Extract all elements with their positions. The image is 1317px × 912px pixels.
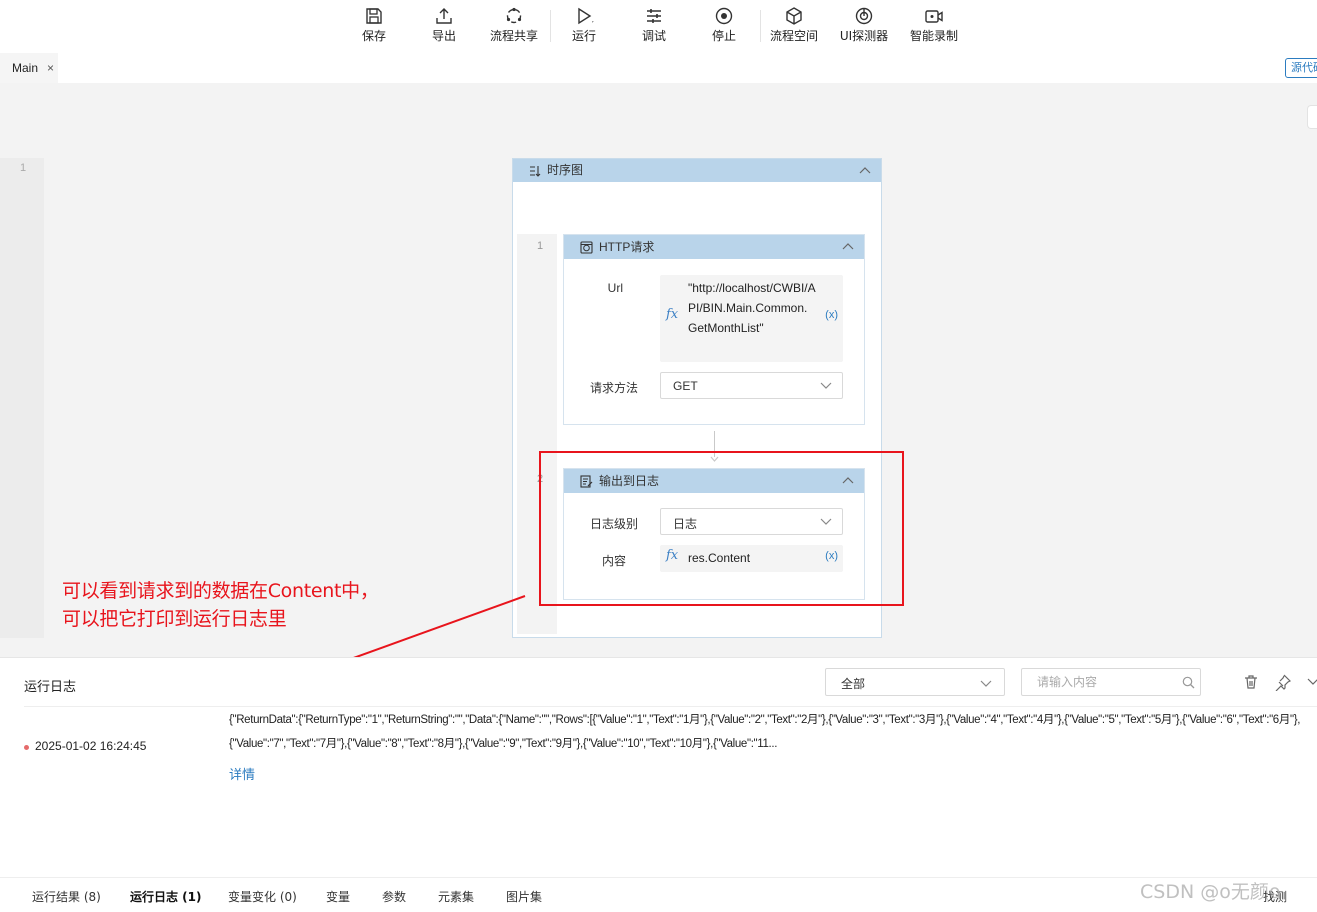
export-button[interactable]: 导出 bbox=[412, 4, 476, 48]
run-label: 运行 bbox=[571, 29, 596, 43]
http-request-header[interactable]: HTTP请求 bbox=[564, 235, 864, 259]
search-icon[interactable] bbox=[1182, 676, 1195, 689]
toolbar: 保存 导出 流程共享 运行 调试 停止 流程空间 UI探测器 智能录制 bbox=[0, 0, 1317, 50]
save-label: 保存 bbox=[361, 29, 386, 43]
bottom-tab-bar: 运行结果 (8) 运行日志 (1) 变量变化 (0) 变量 参数 元素集 图片集… bbox=[0, 877, 1317, 912]
fx-icon: fx bbox=[666, 307, 679, 322]
line-number: 1 bbox=[20, 162, 27, 174]
chevron-down-icon bbox=[820, 382, 832, 389]
ui-probe-button[interactable]: UI探测器 bbox=[832, 4, 896, 48]
trash-icon[interactable] bbox=[1243, 674, 1259, 690]
tab-bar: Main × 源代码 bbox=[0, 50, 1317, 83]
log-search-input[interactable] bbox=[1021, 668, 1201, 696]
share-button[interactable]: 流程共享 bbox=[482, 4, 546, 48]
log-level-dot bbox=[24, 745, 29, 750]
toolbar-divider bbox=[760, 10, 761, 42]
collapse-icon[interactable] bbox=[859, 166, 871, 174]
tab-parameters[interactable]: 参数 bbox=[382, 888, 406, 905]
highlight-box bbox=[539, 451, 904, 606]
video-record-icon bbox=[925, 10, 943, 23]
log-message: {"ReturnData":{"ReturnType":"1","ReturnS… bbox=[229, 714, 1301, 750]
share-icon bbox=[506, 7, 522, 24]
run-log-panel: 运行日志 全部 2025-01-02 16:24:45 {"ReturnData… bbox=[0, 657, 1317, 877]
save-icon bbox=[366, 8, 382, 24]
divider bbox=[24, 706, 1317, 707]
log-filter-select[interactable]: 全部 bbox=[825, 668, 1005, 696]
sequence-header[interactable]: 时序图 bbox=[513, 159, 881, 182]
url-value: "http://localhost/CWBI/API/BIN.Main.Comm… bbox=[688, 281, 816, 335]
chevron-down-icon bbox=[980, 680, 992, 687]
share-label: 流程共享 bbox=[489, 29, 538, 43]
tab-run-results[interactable]: 运行结果 (8) bbox=[32, 888, 101, 905]
source-code-button[interactable]: 源代码 bbox=[1285, 58, 1317, 78]
http-icon bbox=[580, 241, 593, 254]
tab-images[interactable]: 图片集 bbox=[506, 888, 542, 905]
smart-record-button[interactable]: 智能录制 bbox=[902, 4, 966, 48]
toolbar-divider bbox=[550, 10, 551, 42]
tab-elements[interactable]: 元素集 bbox=[438, 888, 474, 905]
run-button[interactable]: 运行 bbox=[552, 4, 616, 48]
pin-icon[interactable] bbox=[1274, 674, 1291, 691]
watermark: CSDN @o无颜o bbox=[1140, 881, 1281, 903]
probe-icon bbox=[855, 7, 873, 25]
tab-run-log[interactable]: 运行日志 (1) bbox=[130, 888, 202, 905]
sequence-icon bbox=[530, 166, 541, 177]
log-filter-value: 全部 bbox=[841, 677, 866, 691]
side-panel-toggle[interactable] bbox=[1307, 105, 1317, 129]
tab-variables[interactable]: 变量 bbox=[326, 888, 350, 905]
collapse-icon[interactable] bbox=[842, 242, 854, 250]
process-space-label: 流程空间 bbox=[769, 29, 818, 43]
smart-record-label: 智能录制 bbox=[909, 29, 958, 43]
tab-main-label: Main bbox=[12, 61, 39, 75]
play-icon bbox=[578, 7, 594, 25]
http-request-title: HTTP请求 bbox=[599, 240, 655, 254]
close-icon[interactable]: × bbox=[47, 53, 54, 83]
upload-icon bbox=[436, 8, 452, 24]
method-value: GET bbox=[673, 379, 698, 393]
detail-link[interactable]: 详情 bbox=[229, 764, 255, 783]
cube-icon bbox=[786, 7, 802, 25]
chevron-down-icon[interactable] bbox=[1307, 678, 1317, 686]
export-label: 导出 bbox=[431, 29, 456, 43]
run-log-title: 运行日志 bbox=[24, 680, 77, 695]
url-field[interactable]: fx "http://localhost/CWBI/API/BIN.Main.C… bbox=[660, 275, 843, 362]
method-label: 请求方法 bbox=[589, 381, 638, 395]
stop-label: 停止 bbox=[711, 29, 736, 43]
step-number: 1 bbox=[537, 240, 544, 252]
stop-button[interactable]: 停止 bbox=[692, 4, 756, 48]
method-select[interactable]: GET bbox=[660, 372, 843, 399]
sequence-title: 时序图 bbox=[547, 163, 584, 177]
debug-label: 调试 bbox=[641, 29, 666, 43]
process-space-button[interactable]: 流程空间 bbox=[762, 4, 826, 48]
tab-main[interactable]: Main × bbox=[0, 53, 58, 83]
line-gutter: 1 bbox=[0, 158, 44, 638]
debug-button[interactable]: 调试 bbox=[622, 4, 686, 48]
variable-button[interactable]: (x) bbox=[825, 309, 838, 321]
url-label: Url bbox=[607, 281, 623, 295]
http-request-activity[interactable]: HTTP请求 Url fx "http://localhost/CWBI/API… bbox=[563, 234, 865, 425]
save-button[interactable]: 保存 bbox=[342, 4, 406, 48]
stop-icon bbox=[715, 7, 733, 25]
debug-icon bbox=[647, 9, 661, 23]
log-timestamp: 2025-01-02 16:24:45 bbox=[35, 739, 147, 753]
ui-probe-label: UI探测器 bbox=[839, 29, 889, 43]
tab-variable-changes[interactable]: 变量变化 (0) bbox=[228, 888, 297, 905]
